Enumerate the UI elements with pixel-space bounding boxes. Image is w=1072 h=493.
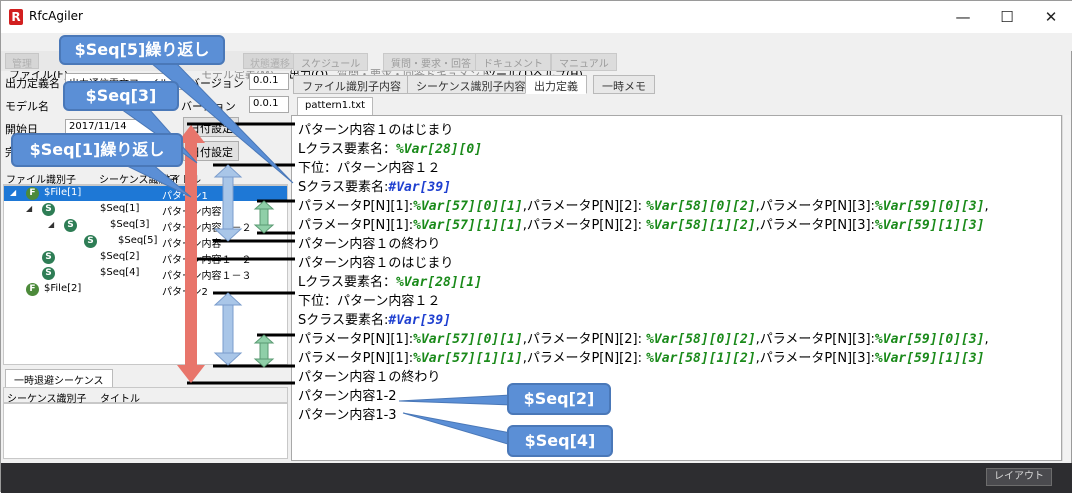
output-def-label: 出力定義名	[5, 77, 60, 90]
toolbar-tab-manual[interactable]: マニュアル	[551, 53, 617, 71]
output-definition-editor[interactable]: パターン内容１のはじまり Lクラス要素名：%Var[28][0] 下位：パターン…	[291, 115, 1062, 461]
tab-output-definition[interactable]: 出力定義	[525, 75, 587, 94]
tab-seq-id-content[interactable]: シーケンス識別子内容	[407, 75, 535, 94]
editor-line: パターン内容１のはじまり	[298, 123, 454, 138]
tree-row-id: $File[1]	[44, 187, 82, 198]
tree-row-id: $Seq[4]	[100, 267, 140, 278]
tree-row-title: パターン内容	[162, 207, 222, 218]
toolbar-tab-manage[interactable]: 管理	[5, 53, 39, 70]
toolbar-tab-state[interactable]: 状態遷移	[243, 53, 297, 70]
tree-row-title: パターン1	[162, 191, 208, 202]
toolbar-tab-schedule[interactable]: スケジュール	[293, 53, 369, 71]
tree-row-title: パターン内容１－２	[162, 255, 252, 266]
sequence-icon: S	[42, 251, 55, 264]
callout-seq2: $Seq[2]	[507, 383, 611, 415]
app-logo-icon: R	[9, 9, 23, 25]
tab-temp-memo[interactable]: 一時メモ	[593, 75, 655, 94]
toolbar-tab-document[interactable]: ドキュメント	[475, 53, 551, 71]
editor-line: 下位：パターン内容１２	[298, 294, 441, 309]
tree-row-id: $Seq[2]	[100, 251, 140, 262]
title-bar: R RfcAgiler — ☐ ✕	[1, 1, 1072, 33]
expand-arrow-icon[interactable]: ◢	[26, 204, 32, 213]
window-title: RfcAgiler	[29, 9, 83, 23]
tree-header-file-id[interactable]: ファイル識別子	[6, 171, 76, 186]
tree-row-id: $Seq[1]	[100, 203, 140, 214]
tree-row[interactable]: F $File[2] パターン2	[4, 282, 287, 298]
editor-line: パラメータP[N][1]:%Var[57][1][1],パラメータP[N][2]…	[298, 351, 985, 366]
tab-temp-sequence[interactable]: 一時退避シーケンス	[5, 369, 113, 387]
tree-row-id: $File[2]	[44, 283, 82, 294]
tree-header-title[interactable]: タイトル	[161, 171, 201, 186]
tree-row[interactable]: S $Seq[2] パターン内容１－２	[4, 250, 287, 266]
temp-seq-list	[3, 403, 288, 459]
sequence-icon: S	[42, 267, 55, 280]
maximize-button[interactable]: ☐	[985, 5, 1029, 29]
tree-row-title: パターン内容１－２	[162, 223, 252, 234]
temp-seq-header: シーケンス識別子 タイトル	[3, 387, 288, 405]
callout-seq3: $Seq[3]	[63, 81, 179, 111]
editor-line: パターン内容１のはじまり	[298, 256, 454, 271]
version-input-2[interactable]: 0.0.1	[249, 96, 289, 113]
version-label-1: バージョン	[189, 77, 244, 90]
tree-row[interactable]: ◢ S $Seq[1] パターン内容	[4, 202, 287, 218]
model-name-label: モデル名	[5, 100, 49, 113]
status-bar	[1, 463, 1072, 493]
tree-row-id: $Seq[3]	[110, 219, 150, 230]
editor-line: Sクラス要素名:#Var[39]	[298, 313, 451, 328]
editor-scrollbar[interactable]	[1062, 115, 1071, 461]
editor-line: Lクラス要素名：%Var[28][1]	[298, 275, 483, 290]
set-complete-date-button[interactable]: 日付設定	[183, 141, 239, 161]
editor-line: Lクラス要素名：%Var[28][0]	[298, 142, 483, 157]
callout-seq1-repeat: $Seq[1]繰り返し	[11, 133, 183, 167]
editor-line: パターン内容1-2	[298, 389, 397, 404]
set-start-date-button[interactable]: 日付設定	[183, 117, 239, 137]
tree-row-id: $Seq[5]	[118, 235, 158, 246]
app-window: R RfcAgiler — ☐ ✕ ファイル(F) モデル定義(M) 出力(O)…	[0, 0, 1072, 493]
editor-line: パラメータP[N][1]:%Var[57][0][1],パラメータP[N][2]…	[298, 199, 989, 214]
tree-header: ファイル識別子 シーケンス識別子 タイトル	[3, 169, 288, 186]
tree-row-title: パターン内容	[162, 239, 222, 250]
tab-file-id-content[interactable]: ファイル識別子内容	[293, 75, 410, 94]
expand-arrow-icon[interactable]: ◢	[48, 220, 54, 229]
sequence-tree: ◢ F $File[1] パターン1 ◢ S $Seq[1] パターン内容 ◢ …	[3, 185, 288, 365]
file-icon: F	[26, 187, 39, 200]
callout-seq4: $Seq[4]	[507, 425, 613, 457]
editor-line: パターン内容1-3	[298, 408, 397, 423]
expand-arrow-icon[interactable]: ◢	[10, 188, 16, 197]
tree-row-title: パターン2	[162, 287, 208, 298]
minimize-button[interactable]: —	[941, 5, 985, 29]
editor-line: パラメータP[N][1]:%Var[57][0][1],パラメータP[N][2]…	[298, 332, 989, 347]
version-input-1[interactable]: 0.0.1	[249, 73, 289, 90]
editor-line: パターン内容１の終わり	[298, 237, 441, 252]
editor-line: パターン内容１の終わり	[298, 370, 441, 385]
sequence-icon: S	[64, 219, 77, 232]
close-button[interactable]: ✕	[1029, 5, 1072, 29]
tree-row[interactable]: S $Seq[4] パターン内容１－３	[4, 266, 287, 282]
editor-line: パラメータP[N][1]:%Var[57][1][1],パラメータP[N][2]…	[298, 218, 985, 233]
editor-line: 下位：パターン内容１２	[298, 161, 441, 176]
toolbar-tab-questions[interactable]: 質問・要求・回答	[383, 53, 479, 71]
sequence-icon: S	[84, 235, 97, 248]
file-icon: F	[26, 283, 39, 296]
tree-row-title: パターン内容１－３	[162, 271, 252, 282]
sequence-icon: S	[42, 203, 55, 216]
tree-row[interactable]: ◢ S $Seq[3] パターン内容１－２	[4, 218, 287, 234]
layout-button[interactable]: レイアウト	[986, 468, 1052, 486]
callout-seq5-repeat: $Seq[5]繰り返し	[59, 35, 225, 65]
editor-line: Sクラス要素名:#Var[39]	[298, 180, 451, 195]
tab-file-pattern1[interactable]: pattern1.txt	[297, 97, 374, 115]
tree-row[interactable]: S $Seq[5] パターン内容	[4, 234, 287, 250]
tree-row[interactable]: ◢ F $File[1] パターン1	[4, 186, 287, 202]
version-label-2: バージョン	[181, 100, 236, 113]
